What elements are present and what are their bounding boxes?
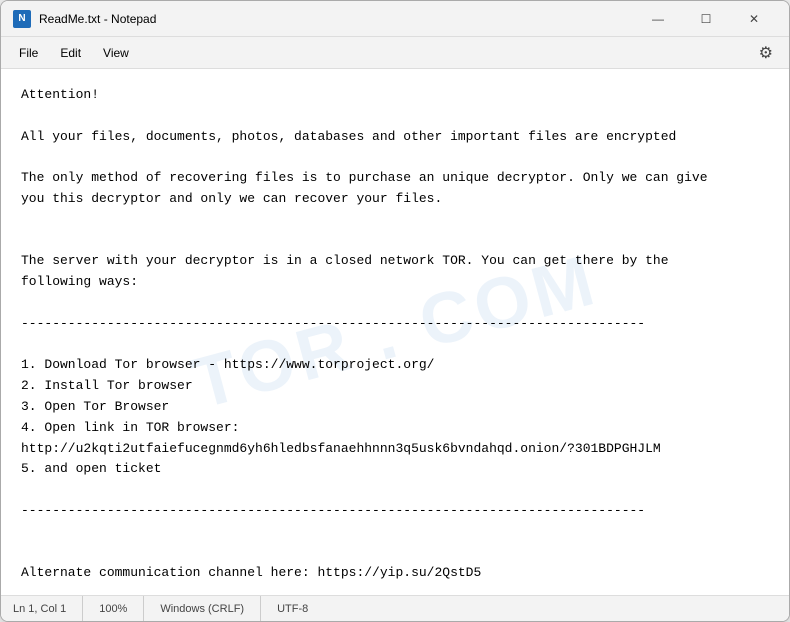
- notepad-window: N ReadMe.txt - Notepad — ☐ ✕ File Edit V…: [0, 0, 790, 622]
- minimize-button[interactable]: —: [635, 4, 681, 34]
- app-icon-letter: N: [18, 13, 25, 24]
- notepad-text: Attention! All your files, documents, ph…: [1, 69, 789, 595]
- settings-icon[interactable]: ⚙: [751, 39, 781, 67]
- close-button[interactable]: ✕: [731, 4, 777, 34]
- menu-file[interactable]: File: [9, 42, 48, 64]
- content-area[interactable]: TOR . COM Attention! All your files, doc…: [1, 69, 789, 595]
- cursor-position: Ln 1, Col 1: [13, 596, 83, 621]
- status-bar: Ln 1, Col 1 100% Windows (CRLF) UTF-8: [1, 595, 789, 621]
- app-icon: N: [13, 10, 31, 28]
- zoom-level[interactable]: 100%: [83, 596, 144, 621]
- menu-edit[interactable]: Edit: [50, 42, 91, 64]
- maximize-button[interactable]: ☐: [683, 4, 729, 34]
- line-ending[interactable]: Windows (CRLF): [144, 596, 261, 621]
- window-controls: — ☐ ✕: [635, 4, 777, 34]
- menu-view[interactable]: View: [93, 42, 139, 64]
- encoding[interactable]: UTF-8: [261, 596, 324, 621]
- title-bar: N ReadMe.txt - Notepad — ☐ ✕: [1, 1, 789, 37]
- window-title: ReadMe.txt - Notepad: [39, 12, 635, 26]
- menu-bar: File Edit View ⚙: [1, 37, 789, 69]
